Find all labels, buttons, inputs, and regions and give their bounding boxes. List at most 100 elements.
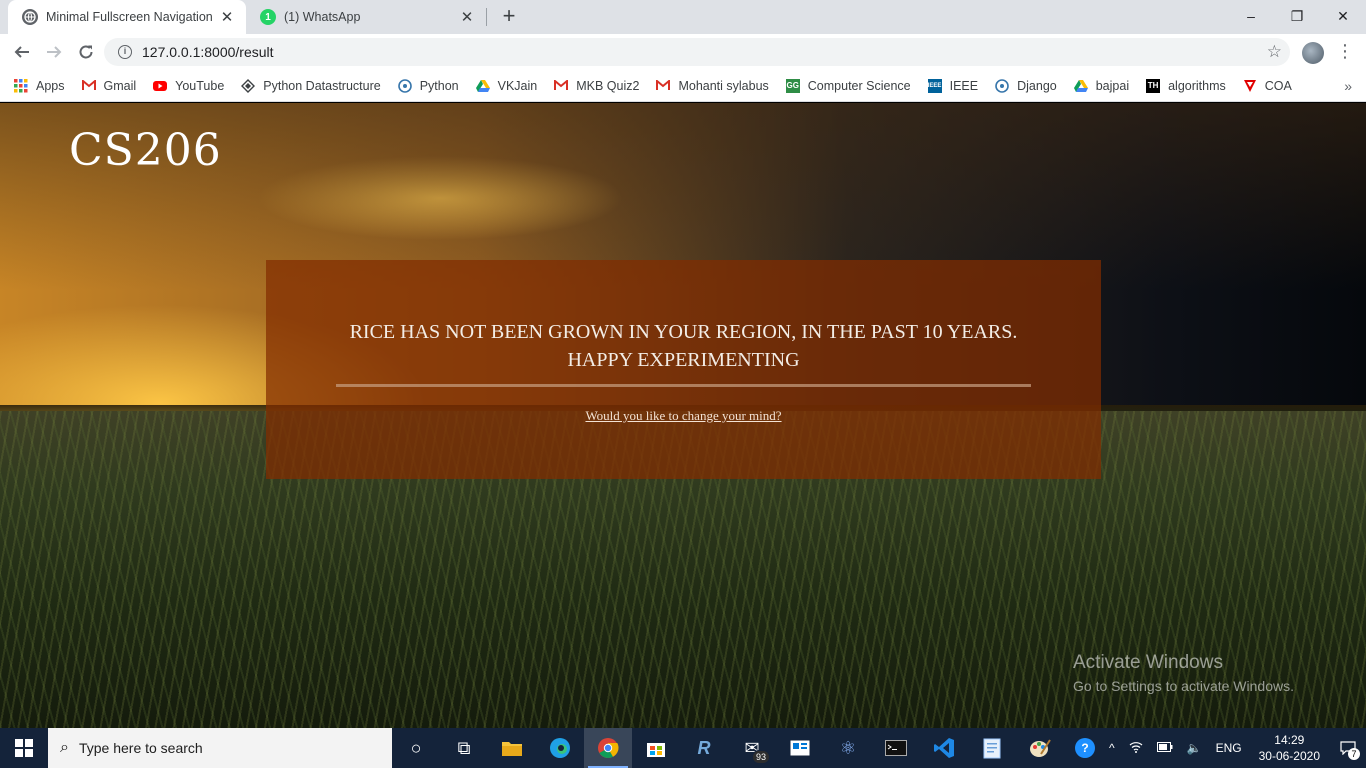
bookmark-label: Computer Science [807,78,911,93]
bookmark-label: algorithms [1168,78,1226,93]
rstudio-icon[interactable]: R [680,728,728,768]
bookmark-mkb-quiz2[interactable]: MKB Quiz2 [554,79,639,93]
taskbar-search-box[interactable]: ⌕ Type here to search [48,728,392,768]
news-icon[interactable] [776,728,824,768]
bookmark-label: COA [1264,78,1292,93]
forward-button[interactable] [40,38,68,66]
bookmark-label: bajpai [1095,78,1130,93]
taskbar-apps: ○ ⧉ R ✉ 93 ⚛ [392,728,1064,768]
coa-icon [1243,79,1257,93]
chevron-up-icon[interactable]: ^ [1109,741,1115,755]
gmail-icon [656,79,671,93]
bookmarks-overflow-button[interactable]: » [1344,78,1352,94]
taskbar-app-glyph: ○ [410,737,422,758]
volume-icon[interactable]: 🔈 [1187,741,1202,755]
profile-avatar[interactable] [1302,42,1324,64]
search-placeholder: Type here to search [78,740,203,756]
bookmark-label: Gmail [103,78,137,93]
cortana-icon[interactable]: ○ [392,728,440,768]
mail-icon[interactable]: ✉ 93 [728,728,776,768]
bookmark-mohanti-sylabus[interactable]: Mohanti sylabus [656,78,769,93]
store-icon[interactable] [632,728,680,768]
activate-subtitle: Go to Settings to activate Windows. [1073,678,1294,694]
bookmark-label: MKB Quiz2 [576,78,640,93]
address-bar[interactable]: i 127.0.0.1:8000/result ☆ [104,38,1290,66]
browser-toolbar: i 127.0.0.1:8000/result ☆ ⋮ [0,34,1366,70]
activate-title: Activate Windows [1073,652,1223,673]
tab-title: (1) WhatsApp [284,10,361,24]
tab-minimal-fullscreen[interactable]: Minimal Fullscreen Navigation ✕ [8,0,246,34]
notification-center-icon[interactable]: 7 [1330,728,1366,768]
clock[interactable]: 14:29 30-06-2020 [1259,732,1320,764]
url-text[interactable]: 127.0.0.1:8000/result [142,44,1267,60]
edge-icon[interactable] [536,728,584,768]
bookmark-apps[interactable]: Apps [14,78,65,93]
start-button[interactable] [0,728,48,768]
python-icon [397,78,412,93]
new-tab-button[interactable]: + [498,5,520,28]
bookmark-vkjain[interactable]: VKJain [475,78,538,93]
result-divider [336,384,1031,387]
chrome-icon[interactable] [584,728,632,768]
bookmark-label: VKJain [497,78,538,93]
bookmark-ieee[interactable]: IEEE IEEE [927,78,979,93]
task-view-icon[interactable]: ⧉ [440,728,488,768]
gfg-icon: GG [785,78,800,93]
battery-icon[interactable] [1156,741,1173,755]
ieee-icon: IEEE [927,78,942,93]
youtube-icon [153,79,168,93]
bookmark-label: Mohanti sylabus [678,78,769,93]
tab-separator [486,8,487,26]
bookmark-label: IEEE [949,78,979,93]
gmail-icon [81,79,96,93]
bookmark-python-datastructure[interactable]: Python Datastructure [241,78,381,93]
bookmark-python[interactable]: Python [397,78,459,93]
globe-icon [22,9,38,25]
site-brand[interactable]: CS206 [69,125,222,176]
drive-icon [1073,79,1088,93]
taskbar-app-glyph: ⚛ [839,737,857,758]
file-explorer-icon[interactable] [488,728,536,768]
info-icon[interactable]: i [118,45,132,59]
bookmark-bajpai[interactable]: bajpai [1073,78,1130,93]
tab-close-icon[interactable]: ✕ [218,8,236,26]
vscode-icon[interactable] [920,728,968,768]
bookmark-label: Django [1017,78,1057,93]
minimize-button[interactable]: – [1228,0,1274,32]
star-icon[interactable]: ☆ [1267,42,1282,62]
result-message-line1: RICE HAS NOT BEEN GROWN IN YOUR REGION, … [349,321,1018,343]
result-message-line2: HAPPY EXPERIMENTING [567,349,800,371]
th-icon: TH [1146,78,1161,93]
bookmark-label: Python Datastructure [263,78,381,93]
clock-time: 14:29 [1274,733,1305,747]
bookmark-algorithms[interactable]: TH algorithms [1146,78,1226,93]
tab-whatsapp[interactable]: 1 (1) WhatsApp ✕ [246,0,486,34]
language-indicator[interactable]: ENG [1216,741,1242,755]
bookmark-coa[interactable]: COA [1243,79,1292,93]
tab-strip: Minimal Fullscreen Navigation ✕ 1 (1) Wh… [0,0,1366,34]
back-button[interactable] [8,38,36,66]
bookmarks-bar: Apps Gmail YouTube Python Datastructure Pyth… [0,70,1366,102]
bookmark-label: Python [419,78,459,93]
help-icon[interactable]: ? [1075,738,1095,758]
network-app-icon[interactable]: ⚛ [824,728,872,768]
mail-badge: 93 [751,750,770,764]
paint-icon[interactable] [1016,728,1064,768]
close-window-button[interactable]: ✕ [1320,0,1366,32]
bookmark-computer-science[interactable]: GG Computer Science [785,78,911,93]
bookmark-gmail[interactable]: Gmail [81,78,137,93]
search-icon: ⌕ [60,739,69,756]
diamond-icon [241,78,256,93]
notepad-icon[interactable] [968,728,1016,768]
reload-button[interactable] [72,38,100,66]
restore-button[interactable]: ❐ [1274,0,1320,32]
chrome-menu-icon[interactable]: ⋮ [1336,42,1354,62]
activate-windows-watermark: Activate Windows Go to Settings to activ… [1073,652,1294,694]
change-mind-link[interactable]: Would you like to change your mind? [266,408,1101,424]
bookmark-youtube[interactable]: YouTube [153,79,224,93]
wifi-icon[interactable] [1129,741,1143,756]
tab-close-icon[interactable]: ✕ [458,8,476,26]
bookmark-django[interactable]: Django [995,79,1057,93]
system-tray: ? ^ 🔈 ENG 14:29 30-06-2020 7 [1068,728,1366,768]
terminal-icon[interactable] [872,728,920,768]
